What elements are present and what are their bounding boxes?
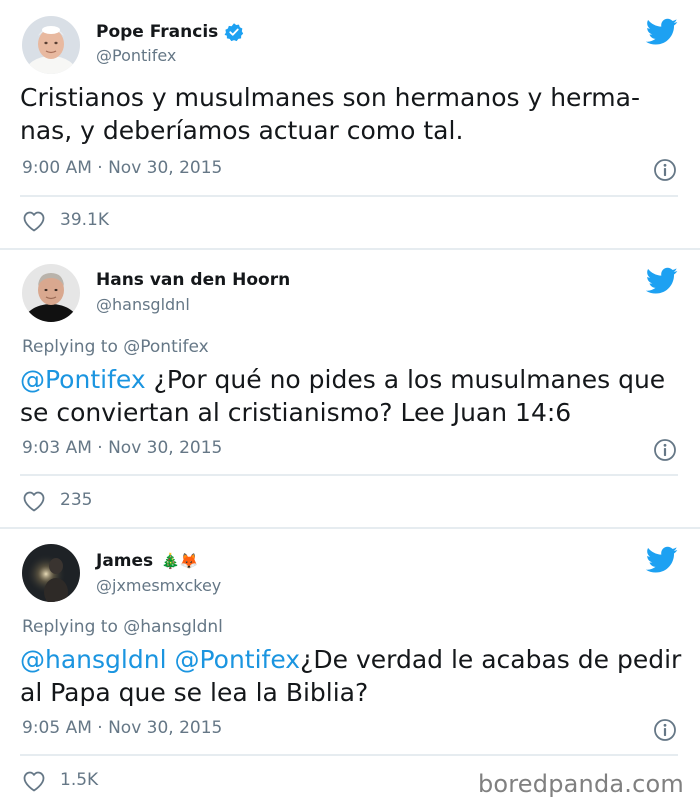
heart-icon[interactable] bbox=[22, 490, 46, 512]
mention-link[interactable]: @Pontifex bbox=[20, 365, 146, 394]
display-name[interactable]: Pope Francis bbox=[96, 22, 244, 42]
info-icon[interactable] bbox=[653, 718, 677, 742]
pope-avatar-icon bbox=[22, 16, 80, 74]
info-icon[interactable] bbox=[653, 438, 677, 462]
twitter-bird-icon[interactable] bbox=[646, 546, 678, 574]
tweet-text-line: ¿Por qué no pides a los musulmanes que bbox=[145, 365, 666, 394]
timestamp[interactable]: 9:03 AM · Nov 30, 2015 bbox=[22, 438, 222, 458]
divider bbox=[20, 754, 678, 756]
tweet-text: @hansgldnl @Pontifex¿De verdad le acabas… bbox=[20, 643, 686, 709]
replying-to[interactable]: Replying to @Pontifex bbox=[22, 337, 209, 357]
display-name-text[interactable]: Pope Francis bbox=[96, 22, 218, 42]
twitter-bird-icon[interactable] bbox=[646, 18, 678, 46]
mention-link[interactable]: @Pontifex bbox=[174, 645, 300, 674]
display-name-text[interactable]: James bbox=[96, 551, 153, 571]
tweet-card-james[interactable]: James 🎄🦊 @jxmesmxckey Replying to @hansg… bbox=[0, 529, 700, 809]
twitter-bird-icon[interactable] bbox=[646, 267, 678, 295]
heart-icon[interactable] bbox=[22, 770, 46, 792]
night-photo-avatar-icon bbox=[22, 544, 80, 602]
display-name[interactable]: Hans van den Hoorn bbox=[96, 270, 290, 290]
avatar[interactable] bbox=[22, 544, 80, 602]
like-count[interactable]: 235 bbox=[60, 490, 92, 510]
man-avatar-icon bbox=[22, 264, 80, 322]
handle[interactable]: @jxmesmxckey bbox=[96, 576, 221, 595]
divider bbox=[20, 195, 678, 197]
timestamp[interactable]: 9:05 AM · Nov 30, 2015 bbox=[22, 718, 222, 738]
like-count[interactable]: 39.1K bbox=[60, 210, 109, 230]
handle[interactable]: @hansgldnl bbox=[96, 295, 190, 314]
tweet-text-line: al Papa que se lea la Biblia? bbox=[20, 678, 369, 707]
tweet-text-line: ¿De verdad le acabas de pedir bbox=[300, 645, 682, 674]
tweet-card-hans[interactable]: Hans van den Hoorn @hansgldnl Replying t… bbox=[0, 250, 700, 527]
tweet-text: @Pontifex ¿Por qué no pides a los musulm… bbox=[20, 363, 686, 429]
replying-to[interactable]: Replying to @hansgldnl bbox=[22, 617, 223, 637]
heart-icon[interactable] bbox=[22, 210, 46, 232]
mention-link[interactable]: @hansgldnl bbox=[20, 645, 167, 674]
display-name[interactable]: James 🎄🦊 bbox=[96, 551, 199, 571]
tweet-text: Cristianos y musulmanes son hermanos y h… bbox=[20, 81, 686, 147]
name-emoji: 🎄🦊 bbox=[161, 552, 199, 570]
tweet-text-line: se conviertan al cristianismo? Lee Juan … bbox=[20, 398, 572, 427]
handle[interactable]: @Pontifex bbox=[96, 46, 176, 65]
verified-badge-icon bbox=[224, 23, 244, 42]
avatar[interactable] bbox=[22, 16, 80, 74]
like-count[interactable]: 1.5K bbox=[60, 770, 98, 790]
tweet-card-pope-francis[interactable]: Pope Francis @Pontifex Cristianos y musu… bbox=[0, 0, 700, 248]
timestamp[interactable]: 9:00 AM · Nov 30, 2015 bbox=[22, 158, 222, 178]
watermark: boredpanda.com bbox=[477, 770, 684, 798]
avatar[interactable] bbox=[22, 264, 80, 322]
divider bbox=[20, 474, 678, 476]
tweet-text-line: Cristianos y musulmanes son hermanos y h… bbox=[20, 83, 640, 112]
info-icon[interactable] bbox=[653, 158, 677, 182]
display-name-text[interactable]: Hans van den Hoorn bbox=[96, 270, 290, 290]
tweet-text-line: nas, y deberíamos actuar como tal. bbox=[20, 116, 464, 145]
